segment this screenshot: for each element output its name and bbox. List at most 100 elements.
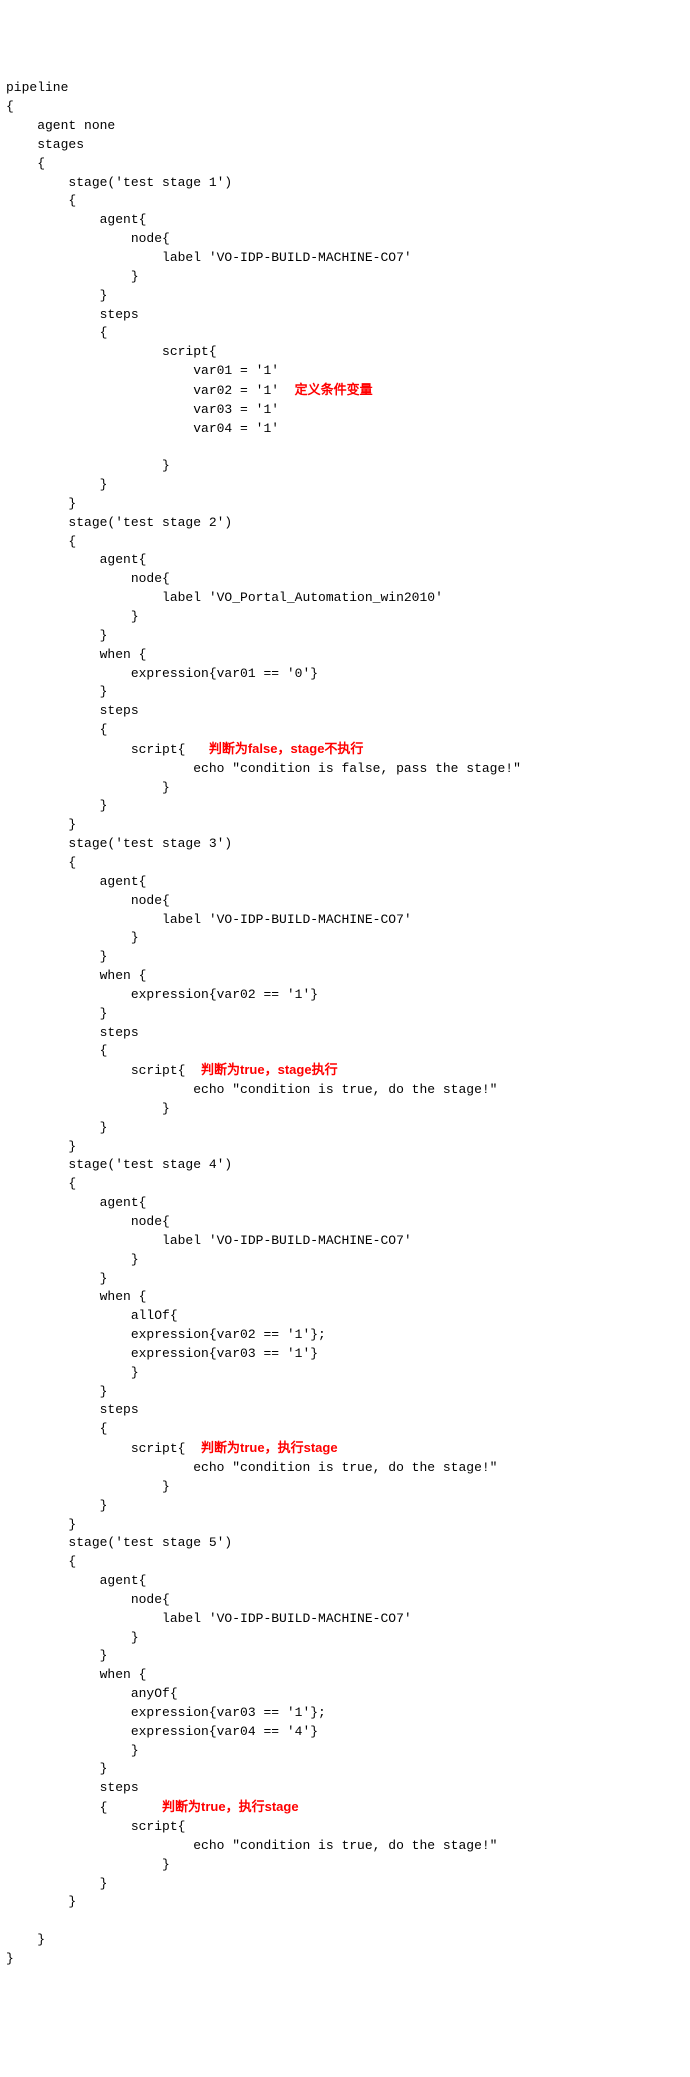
- code-line: expression{var02 == '1'};: [6, 1327, 326, 1342]
- code-line: {: [6, 1554, 76, 1569]
- code-line: }: [6, 1498, 107, 1513]
- code-line: anyOf{: [6, 1686, 178, 1701]
- code-line: }: [6, 1384, 107, 1399]
- code-line: }: [6, 1006, 107, 1021]
- code-line: agent none: [6, 118, 115, 133]
- code-line: echo "condition is true, do the stage!": [6, 1082, 497, 1097]
- code-line: echo "condition is true, do the stage!": [6, 1838, 497, 1853]
- code-line: var04 = '1': [6, 421, 279, 436]
- code-line: }: [6, 1252, 139, 1267]
- code-line: label 'VO-IDP-BUILD-MACHINE-CO7': [6, 250, 412, 265]
- code-line: script{: [6, 1819, 185, 1834]
- annotation-false-skip: 判断为false，stage不执行: [209, 741, 364, 756]
- annotation-true-run: 判断为true，执行stage: [201, 1440, 338, 1455]
- code-line: }: [6, 1876, 107, 1891]
- code-line: echo "condition is false, pass the stage…: [6, 761, 521, 776]
- code-line: }: [6, 609, 139, 624]
- code-line: when {: [6, 647, 146, 662]
- code-line: }: [6, 1365, 139, 1380]
- code-line: node{: [6, 231, 170, 246]
- code-line: stage('test stage 3'): [6, 836, 232, 851]
- code-line: }: [6, 1743, 139, 1758]
- code-line: }: [6, 1479, 170, 1494]
- annotation-true-exec: 判断为true，stage执行: [201, 1062, 338, 1077]
- code-line: var03 = '1': [6, 402, 279, 417]
- code-line: }: [6, 1648, 107, 1663]
- code-line: }: [6, 628, 107, 643]
- code-line: {: [6, 722, 107, 737]
- code-line: {: [6, 325, 107, 340]
- code-line: }: [6, 496, 76, 511]
- code-line: }: [6, 780, 170, 795]
- code-line: node{: [6, 1592, 170, 1607]
- code-line: }: [6, 1894, 76, 1909]
- code-line: label 'VO_Portal_Automation_win2010': [6, 590, 443, 605]
- code-line: stage('test stage 2'): [6, 515, 232, 530]
- code-line: stage('test stage 4'): [6, 1157, 232, 1172]
- code-line: }: [6, 1101, 170, 1116]
- code-line: var01 = '1': [6, 363, 279, 378]
- code-line: label 'VO-IDP-BUILD-MACHINE-CO7': [6, 1233, 412, 1248]
- code-line: }: [6, 1857, 170, 1872]
- code-line: steps: [6, 1025, 139, 1040]
- code-line: {: [6, 99, 14, 114]
- code-line: }: [6, 1139, 76, 1154]
- code-line: expression{var03 == '1'}: [6, 1346, 318, 1361]
- code-block: pipeline { agent none stages { stage('te…: [6, 79, 690, 1968]
- code-line: expression{var01 == '0'}: [6, 666, 318, 681]
- code-line: }: [6, 1271, 107, 1286]
- code-line: }: [6, 930, 139, 945]
- code-line: }: [6, 288, 107, 303]
- code-line: }: [6, 1932, 45, 1947]
- code-line: {: [6, 1176, 76, 1191]
- code-line: }: [6, 817, 76, 832]
- code-line: expression{var02 == '1'}: [6, 987, 318, 1002]
- code-line: {: [6, 156, 45, 171]
- code-line: agent{: [6, 1195, 146, 1210]
- code-line: stages: [6, 137, 84, 152]
- code-line: }: [6, 1761, 107, 1776]
- code-line: }: [6, 1517, 76, 1532]
- code-line: echo "condition is true, do the stage!": [6, 1460, 497, 1475]
- code-line: pipeline: [6, 80, 68, 95]
- code-line: var02 = '1': [6, 383, 295, 398]
- code-line: when {: [6, 968, 146, 983]
- code-line: {: [6, 193, 76, 208]
- code-line: node{: [6, 571, 170, 586]
- code-line: script{: [6, 344, 217, 359]
- code-line: {: [6, 855, 76, 870]
- code-line: steps: [6, 1402, 139, 1417]
- code-line: }: [6, 1630, 139, 1645]
- code-line: script{: [6, 1063, 201, 1078]
- code-line: node{: [6, 893, 170, 908]
- code-line: script{: [6, 1441, 201, 1456]
- code-line: }: [6, 684, 107, 699]
- code-line: steps: [6, 307, 139, 322]
- code-line: steps: [6, 1780, 139, 1795]
- code-line: }: [6, 269, 139, 284]
- code-line: agent{: [6, 1573, 146, 1588]
- code-line: }: [6, 798, 107, 813]
- code-line: stage('test stage 5'): [6, 1535, 232, 1550]
- code-line: expression{var03 == '1'};: [6, 1705, 326, 1720]
- code-line: agent{: [6, 212, 146, 227]
- code-line: allOf{: [6, 1308, 178, 1323]
- code-line: stage('test stage 1'): [6, 175, 232, 190]
- code-line: }: [6, 1951, 14, 1966]
- code-line: }: [6, 477, 107, 492]
- code-line: node{: [6, 1214, 170, 1229]
- code-line: label 'VO-IDP-BUILD-MACHINE-CO7': [6, 912, 412, 927]
- code-line: }: [6, 458, 170, 473]
- annotation-define-vars: 定义条件变量: [295, 382, 373, 397]
- code-line: steps: [6, 703, 139, 718]
- code-line: agent{: [6, 552, 146, 567]
- code-line: {: [6, 1421, 107, 1436]
- code-line: script{: [6, 742, 209, 757]
- code-line: expression{var04 == '4'}: [6, 1724, 318, 1739]
- code-line: when {: [6, 1289, 146, 1304]
- annotation-true-run-2: 判断为true，执行stage: [162, 1799, 299, 1814]
- code-line: }: [6, 1120, 107, 1135]
- code-line: agent{: [6, 874, 146, 889]
- code-line: {: [6, 1800, 162, 1815]
- code-line: label 'VO-IDP-BUILD-MACHINE-CO7': [6, 1611, 412, 1626]
